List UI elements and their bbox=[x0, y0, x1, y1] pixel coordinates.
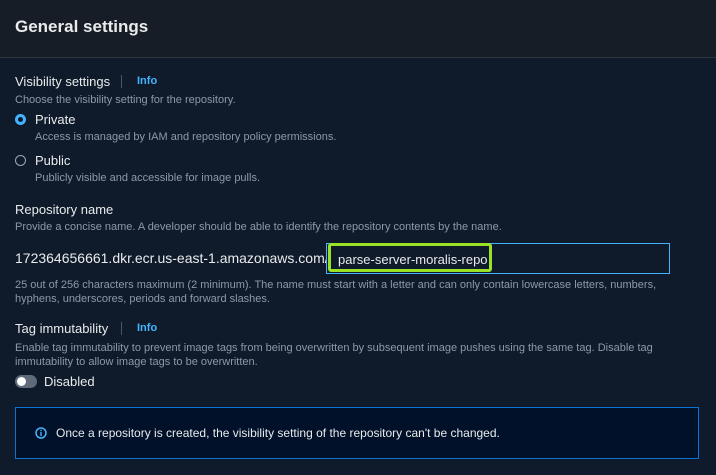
visibility-label: Visibility settings bbox=[15, 74, 111, 89]
visibility-description: Choose the visibility setting for the re… bbox=[15, 94, 236, 106]
tag-immutability-description-line1: Enable tag immutability to prevent image… bbox=[15, 342, 653, 354]
tag-immutability-toggle-label[interactable]: Disabled bbox=[44, 374, 95, 389]
private-radio-label[interactable]: Private bbox=[35, 112, 75, 127]
tag-immutability-description-line2: immutability to allow image tags to be o… bbox=[15, 356, 258, 368]
repository-name-description: Provide a concise name. A developer shou… bbox=[15, 221, 502, 233]
panel-title: General settings bbox=[15, 17, 149, 36]
tag-immutability-label: Tag immutability bbox=[15, 321, 109, 336]
private-radio[interactable] bbox=[15, 114, 26, 125]
label-divider bbox=[121, 75, 122, 88]
visibility-info-link[interactable]: Info bbox=[137, 75, 157, 87]
label-divider bbox=[121, 322, 122, 335]
alert-message: Once a repository is created, the visibi… bbox=[56, 426, 500, 440]
general-settings-panel: General settings Visibility settings Inf… bbox=[0, 0, 716, 475]
public-radio-description: Publicly visible and accessible for imag… bbox=[35, 172, 260, 184]
repository-name-hint-line2: hyphens, underscores, periods and forwar… bbox=[15, 293, 270, 305]
info-circle-icon bbox=[35, 427, 47, 439]
public-radio-label[interactable]: Public bbox=[35, 153, 70, 168]
repository-name-hint-line1: 25 out of 256 characters maximum (2 mini… bbox=[15, 279, 657, 291]
tag-immutability-info-link[interactable]: Info bbox=[137, 322, 157, 334]
toggle-knob bbox=[17, 377, 26, 386]
public-radio[interactable] bbox=[15, 155, 26, 166]
private-radio-description: Access is managed by IAM and repository … bbox=[35, 131, 337, 143]
panel-header: General settings bbox=[0, 0, 716, 58]
repository-name-value[interactable]: parse-server-moralis-repo bbox=[328, 243, 492, 272]
tag-immutability-toggle[interactable] bbox=[15, 375, 37, 388]
repository-name-label: Repository name bbox=[15, 202, 114, 217]
registry-uri-prefix: 172364656661.dkr.ecr.us-east-1.amazonaws… bbox=[15, 250, 329, 266]
